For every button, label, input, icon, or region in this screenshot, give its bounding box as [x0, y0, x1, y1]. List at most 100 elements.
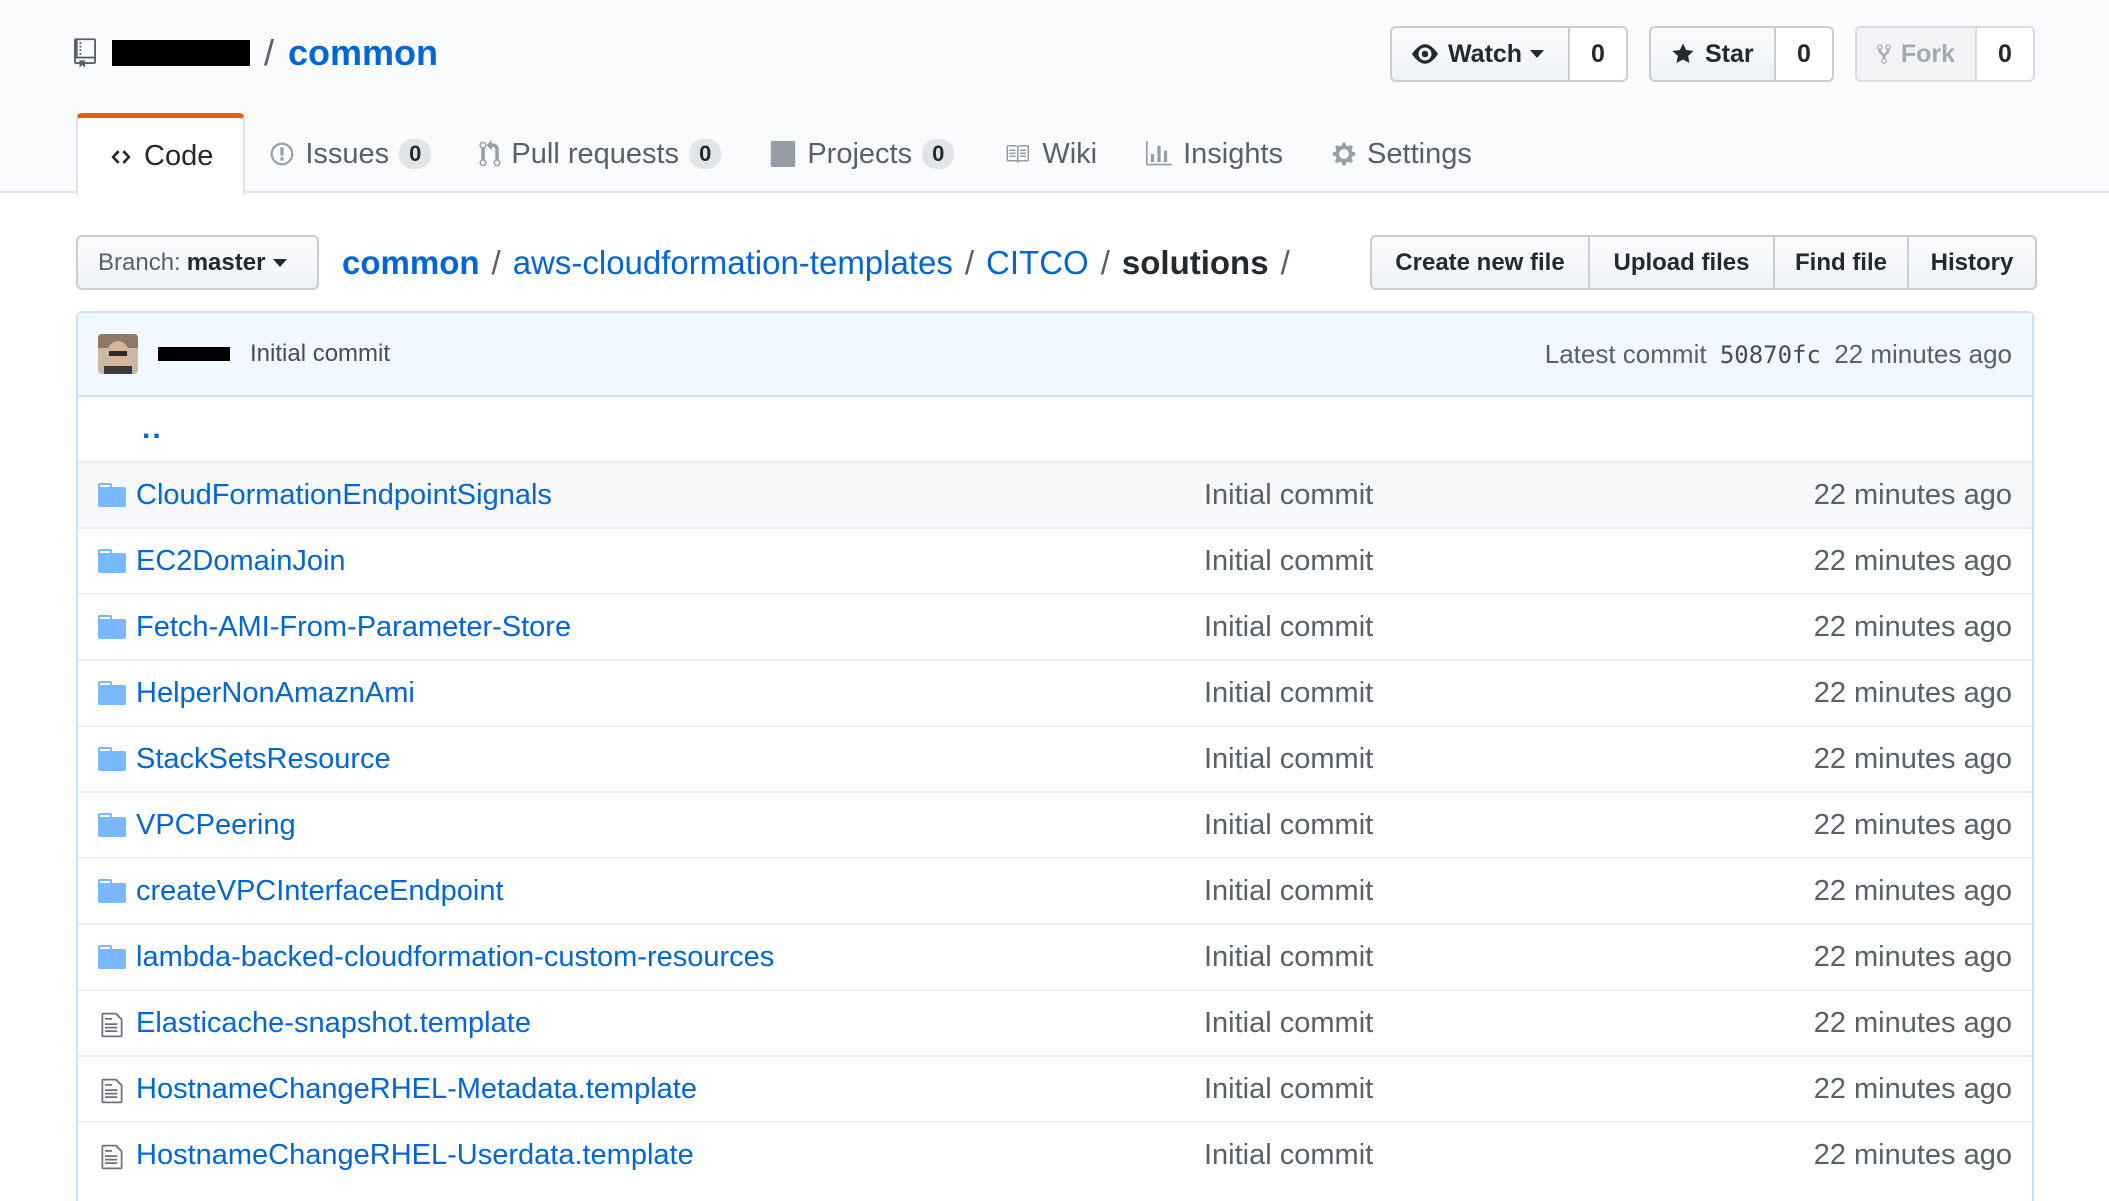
star-label: Star — [1705, 39, 1754, 68]
commit-age: 22 minutes ago — [1813, 940, 2012, 973]
fork-icon — [1877, 44, 1891, 64]
star-button[interactable]: Star — [1649, 26, 1776, 82]
fork-count[interactable]: 0 — [1977, 26, 2035, 82]
commit-age: 22 minutes ago — [1813, 1072, 2012, 1105]
folder-icon — [98, 681, 126, 710]
commit-age: 22 minutes ago — [1813, 742, 2012, 775]
file-row: HostnameChangeRHEL-Metadata.template Init… — [78, 1055, 2032, 1121]
commit-message-link[interactable]: Initial commit — [1204, 941, 1373, 974]
issues-counter: 0 — [399, 139, 432, 169]
directory-link[interactable]: CloudFormationEndpointSignals — [136, 479, 552, 512]
folder-icon — [98, 879, 126, 908]
commit-message-link[interactable]: Initial commit — [1204, 875, 1373, 908]
watch-count[interactable]: 0 — [1570, 26, 1628, 82]
watch-group: Watch 0 — [1390, 26, 1628, 82]
commit-tease: Initial commit Latest commit 50870fc 22 … — [78, 313, 2032, 397]
watch-button[interactable]: Watch — [1390, 26, 1570, 82]
commit-message-link[interactable]: Initial commit — [1204, 479, 1373, 512]
commit-age: 22 minutes ago — [1813, 544, 2012, 577]
fork-label: Fork — [1900, 39, 1955, 68]
code-icon — [111, 149, 131, 164]
tab-wiki[interactable]: Wiki — [978, 113, 1121, 195]
avatar[interactable] — [98, 334, 138, 374]
tab-pull-requests-label: Pull requests — [511, 137, 680, 170]
commit-age: 22 minutes ago — [1813, 808, 2012, 841]
graph-icon — [1146, 141, 1173, 166]
find-file-button[interactable]: Find file — [1775, 235, 1909, 290]
commit-message-link[interactable]: Initial commit — [1204, 545, 1373, 578]
create-new-file-button[interactable]: Create new file — [1370, 235, 1590, 290]
file-link[interactable]: HostnameChangeRHEL-Userdata.template — [136, 1139, 694, 1172]
commit-message-link[interactable]: Initial commit — [1204, 611, 1373, 644]
file-row: Elasticache-snapshot.template Initial com… — [78, 989, 2032, 1055]
breadcrumb-link-aws-cloudformation-templates[interactable]: aws-cloudformation-templates — [513, 244, 953, 282]
tab-projects-label: Projects — [807, 137, 913, 170]
repo-name-link[interactable]: common — [288, 32, 438, 74]
branch-select-button[interactable]: Branch: master — [76, 235, 319, 290]
directory-link[interactable]: VPCPeering — [136, 809, 296, 842]
commit-message-link[interactable]: Initial commit — [1204, 677, 1373, 710]
tab-pull-requests[interactable]: Pull requests 0 — [455, 113, 745, 195]
commit-age: 22 minutes ago — [1834, 338, 2012, 369]
breadcrumb: common / aws-cloudformation-templates / … — [342, 238, 1302, 288]
tab-code-label: Code — [144, 140, 214, 172]
chevron-down-icon — [273, 258, 288, 267]
star-icon — [1672, 43, 1694, 63]
watch-label: Watch — [1448, 39, 1523, 68]
file-icon — [100, 1143, 124, 1176]
commit-message-link[interactable]: Initial commit — [1204, 809, 1373, 842]
directory-link[interactable]: HelperNonAmaznAmi — [136, 677, 415, 710]
latest-commit-label: Latest commit — [1544, 338, 1707, 369]
file-icon — [100, 1011, 124, 1044]
commit-age: 22 minutes ago — [1813, 1006, 2012, 1039]
breadcrumb-link-citco[interactable]: CITCO — [986, 244, 1089, 282]
directory-row: VPCPeering Initial commit 22 minutes ago — [78, 791, 2032, 857]
commit-message-link[interactable]: Initial commit — [1204, 1139, 1373, 1172]
latest-commit-info: Latest commit 50870fc 22 minutes ago — [1545, 339, 2012, 370]
tab-issues[interactable]: Issues 0 — [245, 113, 455, 195]
tab-settings[interactable]: Settings — [1307, 113, 1496, 195]
upload-files-button[interactable]: Upload files — [1590, 235, 1775, 290]
tab-issues-label: Issues — [305, 137, 390, 170]
commit-sha-link[interactable]: 50870fc — [1720, 341, 1821, 369]
tab-insights[interactable]: Insights — [1121, 113, 1307, 195]
commit-message-link[interactable]: Initial commit — [1204, 743, 1373, 776]
breadcrumb-root-link[interactable]: common — [342, 244, 480, 282]
file-link[interactable]: HostnameChangeRHEL-Metadata.template — [136, 1073, 697, 1106]
file-link[interactable]: Elasticache-snapshot.template — [136, 1007, 531, 1040]
directory-link[interactable]: createVPCInterfaceEndpoint — [136, 875, 504, 908]
history-button[interactable]: History — [1909, 235, 2037, 290]
star-count[interactable]: 0 — [1776, 26, 1834, 82]
fork-button[interactable]: Fork — [1855, 26, 1977, 82]
repo-nav-tabs: Code Issues 0 Pull requests 0 Projects 0 — [76, 113, 1496, 195]
tab-wiki-label: Wiki — [1042, 137, 1098, 170]
star-group: Star 0 — [1649, 26, 1834, 82]
file-icon — [100, 1077, 124, 1110]
issue-icon — [270, 142, 294, 166]
folder-icon — [98, 813, 126, 842]
fork-group: Fork 0 — [1855, 26, 2035, 82]
commit-age: 22 minutes ago — [1813, 874, 2012, 907]
repo-owner-redacted[interactable] — [112, 40, 250, 66]
directory-link[interactable]: EC2DomainJoin — [136, 545, 346, 578]
directory-link[interactable]: lambda-backed-cloudformation-custom-reso… — [136, 941, 774, 974]
parent-directory-link[interactable]: .. — [142, 412, 163, 446]
directory-link[interactable]: Fetch-AMI-From-Parameter-Store — [136, 611, 571, 644]
commit-message-link[interactable]: Initial commit — [1204, 1007, 1373, 1040]
projects-counter: 0 — [922, 139, 955, 169]
directory-link[interactable]: StackSetsResource — [136, 743, 391, 776]
directory-row: CloudFormationEndpointSignals Initial com… — [78, 461, 2032, 527]
tab-projects[interactable]: Projects 0 — [745, 113, 978, 195]
repo-separator: / — [264, 32, 275, 73]
commit-age: 22 minutes ago — [1813, 478, 2012, 511]
commit-message[interactable]: Initial commit — [250, 340, 390, 368]
tab-code[interactable]: Code — [76, 113, 246, 195]
directory-row: createVPCInterfaceEndpoint Initial commit… — [78, 857, 2032, 923]
commit-author-redacted[interactable] — [158, 347, 230, 361]
pull-requests-counter: 0 — [689, 139, 722, 169]
directory-row: EC2DomainJoin Initial commit 22 minutes ag… — [78, 527, 2032, 593]
directory-row: StackSetsResource Initial commit 22 minute… — [78, 725, 2032, 791]
file-actions-group: Create new file Upload files Find file H… — [1370, 235, 2037, 290]
commit-message-link[interactable]: Initial commit — [1204, 1073, 1373, 1106]
file-row: HostnameChangeRHEL-Userdata.template Init… — [78, 1121, 2032, 1187]
